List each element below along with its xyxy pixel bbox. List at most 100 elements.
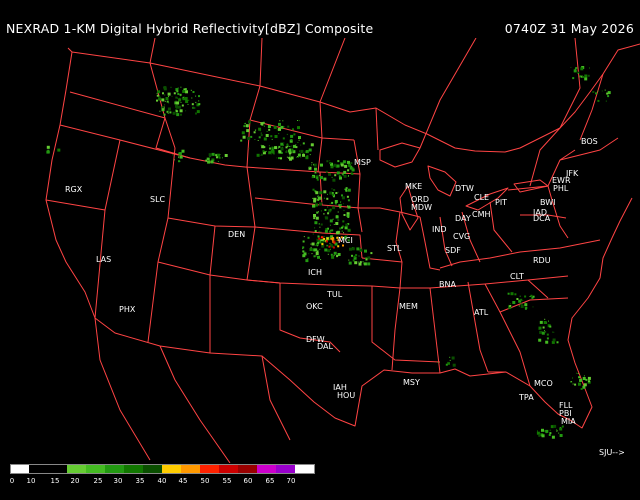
radar-echo — [331, 188, 333, 190]
radar-echo — [316, 178, 319, 181]
radar-echo — [287, 145, 289, 147]
radar-echo — [580, 67, 584, 71]
radar-echo — [332, 206, 336, 210]
radar-echo — [310, 243, 312, 245]
radar-map: BOS JFK EWR PHL BWI IAD DCA PIT DTW CLE … — [45, 38, 640, 463]
radar-echo — [263, 137, 267, 141]
city-label: BWI — [540, 198, 555, 207]
radar-echo — [182, 90, 186, 93]
radar-echo — [192, 91, 195, 93]
radar-echo — [198, 100, 200, 102]
radar-echo — [327, 253, 329, 255]
radar-echo — [538, 434, 541, 437]
radar-echo — [329, 203, 331, 205]
radar-echo — [271, 146, 274, 149]
radar-echo — [330, 229, 332, 231]
radar-echo — [313, 164, 315, 166]
radar-echo — [508, 304, 509, 306]
radar-echo — [584, 74, 588, 78]
radar-echo — [343, 174, 344, 176]
radar-echo — [576, 372, 578, 374]
city-label: LAS — [96, 255, 111, 264]
radar-echo — [314, 221, 318, 225]
radar-echo — [333, 251, 337, 255]
radar-echo-strong — [330, 237, 333, 240]
radar-echo — [537, 430, 538, 432]
radar-echo — [337, 191, 339, 193]
radar-echo — [171, 95, 173, 97]
color-scale-tick: 60 — [243, 477, 253, 485]
radar-echo — [315, 255, 317, 257]
radar-echo — [167, 112, 169, 114]
city-label: RGX — [65, 185, 83, 194]
radar-echo — [295, 146, 298, 149]
radar-echo — [314, 167, 317, 171]
radar-echo — [347, 228, 351, 232]
radar-echo — [524, 307, 527, 310]
city-label: CLT — [510, 272, 524, 281]
radar-echo — [217, 161, 219, 162]
radar-echo — [604, 89, 606, 91]
radar-echo — [297, 120, 298, 121]
radar-echo — [297, 142, 299, 143]
radar-echo — [345, 223, 349, 227]
radar-echo — [175, 104, 178, 108]
city-label: SLC — [150, 195, 166, 204]
city-label: SDF — [445, 246, 461, 255]
radar-echo — [181, 104, 184, 107]
city-label: TUL — [326, 290, 343, 299]
radar-echo — [286, 143, 288, 145]
radar-echo — [597, 99, 600, 102]
radar-echo — [280, 157, 282, 160]
color-scale-tick: 0 — [9, 477, 15, 485]
radar-echo-strong — [326, 240, 328, 243]
radar-echo — [181, 149, 185, 153]
radar-echo — [318, 223, 320, 225]
radar-echo — [297, 153, 301, 157]
radar-echo — [545, 429, 549, 433]
radar-echo — [179, 155, 183, 159]
radar-echo — [314, 227, 316, 229]
radar-echo — [298, 120, 300, 122]
radar-echo — [546, 337, 549, 340]
radar-echo — [161, 106, 164, 109]
radar-echo — [269, 151, 271, 153]
radar-echo — [314, 172, 316, 173]
radar-echo — [546, 333, 549, 336]
city-label: BNA — [439, 280, 456, 289]
radar-echo — [300, 156, 302, 158]
radar-echo — [570, 66, 572, 68]
radar-echo — [177, 105, 181, 109]
radar-echo — [572, 77, 575, 80]
radar-echo — [330, 253, 333, 256]
radar-echo — [334, 238, 335, 240]
radar-echo — [302, 153, 305, 157]
timestamp: 0740Z 31 May 2026 — [504, 21, 634, 36]
color-scale-tick: 70 — [286, 477, 296, 485]
radar-echo — [342, 220, 345, 223]
radar-echo — [367, 256, 371, 260]
radar-echo — [573, 69, 577, 73]
radar-echo — [191, 103, 194, 106]
city-label: MSY — [403, 378, 420, 387]
radar-echo — [195, 95, 197, 97]
radar-echo — [358, 255, 360, 257]
radar-echo — [317, 241, 320, 244]
radar-echo — [333, 189, 336, 191]
radar-echo — [556, 429, 558, 431]
radar-echo — [597, 90, 599, 92]
radar-echo — [254, 139, 256, 140]
radar-echo — [347, 163, 351, 167]
city-label: CLE — [474, 193, 489, 202]
radar-echo — [184, 97, 188, 100]
radar-echo — [195, 112, 197, 115]
radar-echo — [601, 90, 603, 92]
radar-echo — [332, 178, 336, 182]
radar-echo — [510, 306, 512, 308]
radar-echo — [279, 120, 281, 122]
radar-echo — [347, 176, 349, 177]
radar-echo — [303, 252, 307, 256]
radar-echo — [584, 77, 588, 81]
city-label: MCO — [534, 379, 553, 388]
radar-echo — [342, 203, 344, 205]
